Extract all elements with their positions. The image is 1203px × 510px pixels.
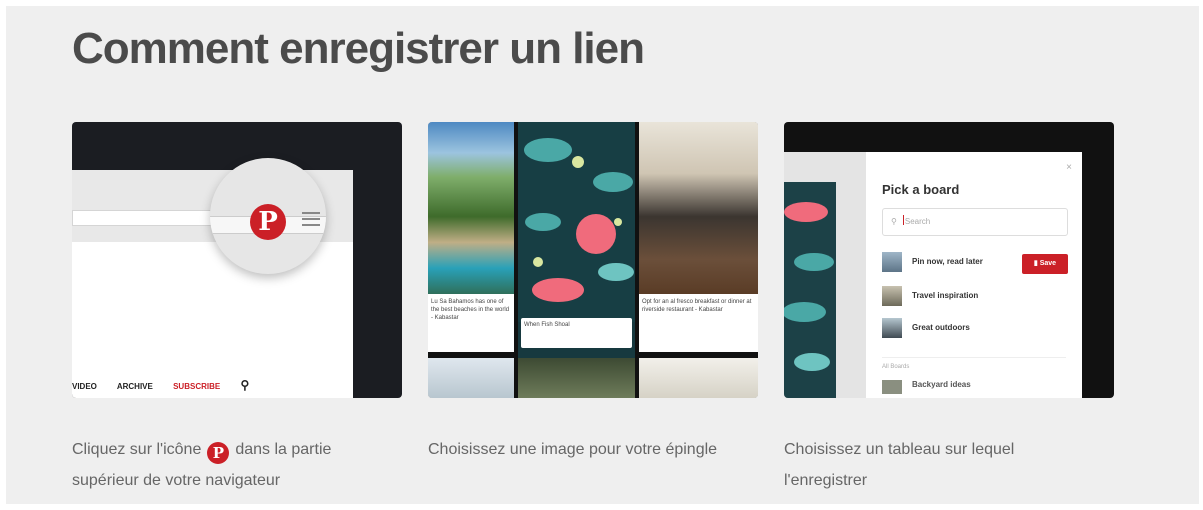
pinterest-icon: P: [207, 442, 230, 464]
board-name: Backyard ideas: [912, 380, 971, 389]
pin-icon: ▮: [1033, 260, 1038, 267]
interior-photo: [639, 358, 758, 398]
step2-illustration: Lu Sa Bahamos has one of the best beache…: [428, 122, 758, 398]
fish-illustration: [524, 138, 634, 302]
search-icon: ⚲: [240, 378, 250, 392]
dining-room-photo: [639, 122, 758, 294]
pin-column-2: When Fish Shoal: [518, 122, 635, 398]
save-button[interactable]: ▮ Save: [1022, 254, 1068, 274]
board-search-input[interactable]: ⚲ Search: [882, 208, 1068, 236]
magnifier-lens: P: [210, 158, 326, 274]
pin-column-3: Opt for an al fresco breakfast or dinner…: [639, 122, 758, 398]
search-icon: ⚲: [891, 217, 897, 226]
nav-subscribe: SUBSCRIBE: [173, 382, 221, 391]
save-label: Save: [1039, 260, 1057, 267]
board-item[interactable]: Pin now, read later: [882, 252, 983, 272]
divider: [882, 357, 1066, 358]
close-icon[interactable]: ×: [1066, 162, 1072, 173]
page: Comment enregistrer un lien VIDEO ARCHIV…: [6, 6, 1199, 504]
pin-column-1: Lu Sa Bahamos has one of the best beache…: [428, 122, 514, 398]
nav-video: VIDEO: [72, 382, 97, 391]
search-placeholder: Search: [904, 217, 931, 226]
board-thumbnail: [882, 380, 902, 394]
board-item[interactable]: Great outdoors: [882, 318, 970, 338]
page-title: Comment enregistrer un lien: [72, 24, 645, 73]
board-name: Pin now, read later: [912, 257, 983, 266]
step3-illustration: × Pick a board ⚲ Search Pin now, read lat…: [784, 122, 1114, 398]
modal-title: Pick a board: [882, 182, 960, 197]
board-item[interactable]: Backyard ideas: [882, 380, 971, 394]
pin-description: Lu Sa Bahamos has one of the best beache…: [431, 299, 510, 321]
board-thumbnail: [882, 252, 902, 272]
pinterest-icon: P: [250, 204, 286, 240]
board-item[interactable]: Travel inspiration: [882, 286, 978, 306]
board-name: Travel inspiration: [912, 291, 979, 300]
fish-pattern-image: [518, 122, 635, 322]
step2-caption: Choisissez une image pour votre épingle: [428, 441, 718, 458]
step1-illustration: VIDEO ARCHIVE SUBSCRIBE ⚲ P: [72, 122, 402, 398]
caption-text: Cliquez sur l'icône: [72, 441, 202, 458]
building-photo: [428, 358, 514, 398]
board-thumbnail: [882, 318, 902, 338]
site-nav: VIDEO ARCHIVE SUBSCRIBE ⚲: [72, 378, 267, 392]
board-picker-modal: × Pick a board ⚲ Search Pin now, read lat…: [866, 152, 1082, 398]
beach-photo: [428, 122, 514, 294]
selected-pin-image: [784, 182, 836, 398]
step1-caption: Cliquez sur l'icône Pdans la partie supér…: [72, 434, 402, 496]
board-thumbnail: [882, 286, 902, 306]
nav-archive: ARCHIVE: [116, 382, 153, 391]
step3-caption: Choisissez un tableau sur lequel l'enreg…: [784, 441, 1015, 489]
board-name: Great outdoors: [912, 323, 970, 332]
garden-photo: [518, 358, 635, 398]
all-boards-label: All Boards: [882, 364, 910, 370]
fish-illustration: [784, 202, 834, 371]
pin-description: When Fish Shoal: [524, 322, 570, 328]
pin-description: Opt for an al fresco breakfast or dinner…: [642, 299, 752, 313]
menu-icon: [302, 208, 320, 230]
pin-card: When Fish Shoal: [521, 318, 632, 348]
